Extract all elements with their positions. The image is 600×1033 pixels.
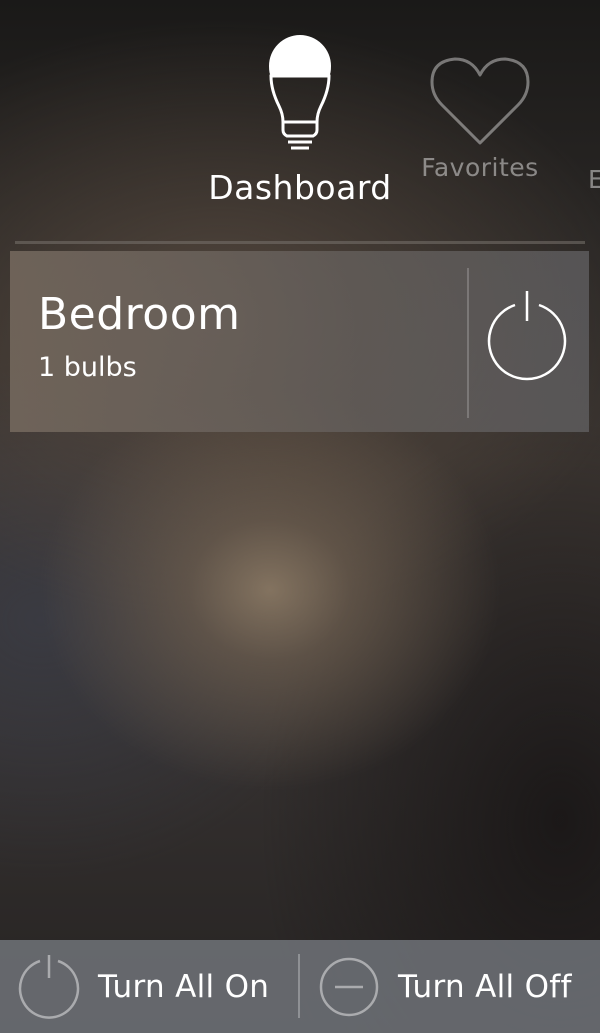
room-card-bedroom[interactable]: Bedroom 1 bulbs [10, 251, 589, 432]
turn-all-on-button[interactable]: Turn All On [18, 940, 293, 1033]
tab-dashboard[interactable]: Dashboard [200, 30, 400, 207]
tab-more[interactable]: E [588, 165, 600, 194]
tab-bar: Dashboard Favorites E [0, 0, 600, 245]
tab-dashboard-label: Dashboard [208, 168, 392, 207]
tab-favorites-label: Favorites [421, 153, 539, 182]
room-divider [467, 268, 469, 418]
tab-more-label: E [588, 165, 600, 194]
turn-all-on-label: Turn All On [98, 968, 270, 1005]
room-bulb-count: 1 bulbs [38, 352, 137, 383]
room-power-button[interactable] [485, 289, 569, 383]
turn-all-off-label: Turn All Off [398, 968, 572, 1005]
bottom-divider [298, 954, 300, 1018]
turn-all-off-button[interactable]: Turn All Off [318, 940, 593, 1033]
bottom-bar: Turn All On Turn All Off [0, 940, 600, 1033]
tab-favorites[interactable]: Favorites [405, 55, 555, 182]
power-icon [487, 291, 567, 381]
room-name: Bedroom [38, 289, 241, 340]
power-icon [18, 954, 80, 1019]
minus-circle-icon [319, 957, 379, 1016]
lightbulb-icon [269, 35, 331, 150]
tab-underline [15, 241, 585, 244]
heart-icon [430, 57, 530, 145]
